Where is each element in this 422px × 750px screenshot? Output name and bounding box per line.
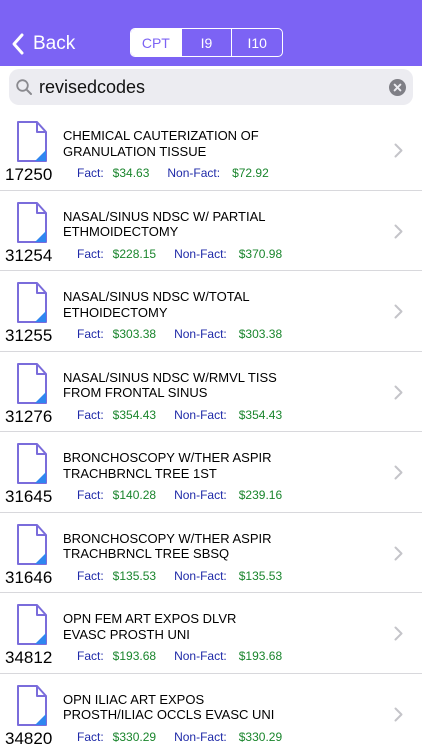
code-number: 34812 <box>5 648 53 667</box>
fee-line: Fact: $34.63 Non-Fact: $72.92 <box>77 166 269 180</box>
search-query: revisedcodes <box>39 77 146 97</box>
code-number: 17250 <box>5 165 53 184</box>
fact-value: $228.15 <box>112 246 157 261</box>
non-fact-value: $303.38 <box>238 327 283 341</box>
fact-label: Fact: <box>77 649 104 663</box>
fact-label: Fact: <box>77 246 104 261</box>
fact-label: Fact: <box>77 327 104 341</box>
list-item[interactable]: BRONCHOSCOPY W/THER ASPIR TRACHBRNCL TRE… <box>0 512 422 593</box>
code-description: BRONCHOSCOPY W/THER ASPIR TRACHBRNCL TRE… <box>63 530 272 562</box>
chevron-right-icon <box>394 143 403 158</box>
fee-line: Fact: $193.68 Non-Fact: $193.68 <box>77 649 282 663</box>
segment-i9[interactable]: I9 <box>180 29 232 56</box>
fee-line: Fact: $140.28 Non-Fact: $239.16 <box>77 488 282 502</box>
list-item[interactable]: CHEMICAL CAUTERIZATION OF GRANULATION TI… <box>0 110 422 191</box>
fee-line: Fact: $330.29 Non-Fact: $330.29 <box>77 730 282 744</box>
chevron-right-icon <box>394 546 403 561</box>
code-description: NASAL/SINUS NDSC W/TOTAL ETHOIDECTOMY <box>63 289 250 320</box>
back-button[interactable]: Back <box>10 30 75 58</box>
segment-i10[interactable]: I10 <box>231 29 282 56</box>
non-fact-value: $239.16 <box>238 488 283 502</box>
fee-line: Fact: $135.53 Non-Fact: $135.53 <box>77 569 282 583</box>
fact-label: Fact: <box>77 729 104 744</box>
fact-value: $135.53 <box>112 568 157 583</box>
search-bar: revisedcodes <box>0 66 422 116</box>
fact-label: Fact: <box>77 407 104 422</box>
document-icon <box>15 120 49 164</box>
search-input[interactable]: revisedcodes <box>9 69 413 105</box>
code-description: OPN ILIAC ART EXPOS PROSTH/ILIAC OCCLS E… <box>63 691 275 723</box>
non-fact-value: $330.29 <box>238 729 283 744</box>
chevron-right-icon <box>394 626 403 641</box>
non-fact-label: Non-Fact: <box>174 407 227 422</box>
list-item[interactable]: OPN ILIAC ART EXPOS PROSTH/ILIAC OCCLS E… <box>0 673 422 750</box>
list-item[interactable]: OPN FEM ART EXPOS DLVR EVASC PROSTH UNI … <box>0 593 422 674</box>
code-type-segmented-control: CPT I9 I10 <box>130 28 283 57</box>
fact-label: Fact: <box>77 568 104 583</box>
fact-value: $34.63 <box>112 166 150 180</box>
list-item[interactable]: BRONCHOSCOPY W/THER ASPIR TRACHBRNCL TRE… <box>0 432 422 513</box>
non-fact-label: Non-Fact: <box>174 729 227 744</box>
code-description: BRONCHOSCOPY W/THER ASPIR TRACHBRNCL TRE… <box>63 450 272 481</box>
back-label: Back <box>33 33 76 54</box>
code-description: NASAL/SINUS NDSC W/ PARTIAL ETHMOIDECTOM… <box>63 208 266 240</box>
code-description: CHEMICAL CAUTERIZATION OF GRANULATION TI… <box>63 128 259 159</box>
non-fact-label: Non-Fact: <box>174 327 227 341</box>
document-icon <box>15 281 49 325</box>
fact-value: $303.38 <box>112 327 157 341</box>
non-fact-value: $193.68 <box>238 649 283 663</box>
code-number: 31255 <box>5 326 53 345</box>
list-item[interactable]: NASAL/SINUS NDSC W/TOTAL ETHOIDECTOMY 31… <box>0 271 422 352</box>
non-fact-value: $370.98 <box>238 246 283 261</box>
chevron-right-icon <box>394 465 403 480</box>
document-icon <box>15 201 49 245</box>
list-item[interactable]: NASAL/SINUS NDSC W/RMVL TISS FROM FRONTA… <box>0 351 422 432</box>
non-fact-value: $135.53 <box>238 568 283 583</box>
fact-label: Fact: <box>77 166 104 180</box>
document-icon <box>15 603 49 647</box>
document-icon <box>15 442 49 486</box>
code-number: 31645 <box>5 487 53 506</box>
non-fact-label: Non-Fact: <box>174 649 227 663</box>
code-description: NASAL/SINUS NDSC W/RMVL TISS FROM FRONTA… <box>63 369 277 401</box>
non-fact-label: Non-Fact: <box>174 488 227 502</box>
document-icon <box>15 523 49 567</box>
search-icon <box>16 79 32 95</box>
chevron-right-icon <box>394 707 403 722</box>
chevron-left-icon <box>12 33 24 55</box>
non-fact-label: Non-Fact: <box>174 246 227 261</box>
nav-bar: Back CPT I9 I10 <box>0 0 422 66</box>
fee-line: Fact: $303.38 Non-Fact: $303.38 <box>77 327 282 341</box>
fact-value: $140.28 <box>112 488 157 502</box>
code-number: 31254 <box>5 245 53 265</box>
code-number: 31276 <box>5 406 53 426</box>
fee-line: Fact: $228.15 Non-Fact: $370.98 <box>77 247 282 261</box>
chevron-right-icon <box>394 304 403 319</box>
fact-label: Fact: <box>77 488 104 502</box>
code-description: OPN FEM ART EXPOS DLVR EVASC PROSTH UNI <box>63 611 237 642</box>
segment-cpt[interactable]: CPT <box>131 29 181 56</box>
clear-icon[interactable] <box>389 79 406 96</box>
non-fact-label: Non-Fact: <box>167 166 221 180</box>
non-fact-label: Non-Fact: <box>174 568 227 583</box>
non-fact-value: $354.43 <box>238 407 283 422</box>
fee-line: Fact: $354.43 Non-Fact: $354.43 <box>77 408 282 422</box>
chevron-right-icon <box>394 224 403 239</box>
chevron-right-icon <box>394 385 403 400</box>
code-number: 34820 <box>5 728 53 748</box>
fact-value: $330.29 <box>112 729 157 744</box>
code-list: CHEMICAL CAUTERIZATION OF GRANULATION TI… <box>0 110 422 750</box>
document-icon <box>15 362 49 406</box>
non-fact-value: $72.92 <box>232 166 269 180</box>
fact-value: $354.43 <box>112 407 157 422</box>
list-item[interactable]: NASAL/SINUS NDSC W/ PARTIAL ETHMOIDECTOM… <box>0 190 422 271</box>
document-icon <box>15 684 49 728</box>
code-number: 31646 <box>5 567 53 587</box>
fact-value: $193.68 <box>112 649 157 663</box>
